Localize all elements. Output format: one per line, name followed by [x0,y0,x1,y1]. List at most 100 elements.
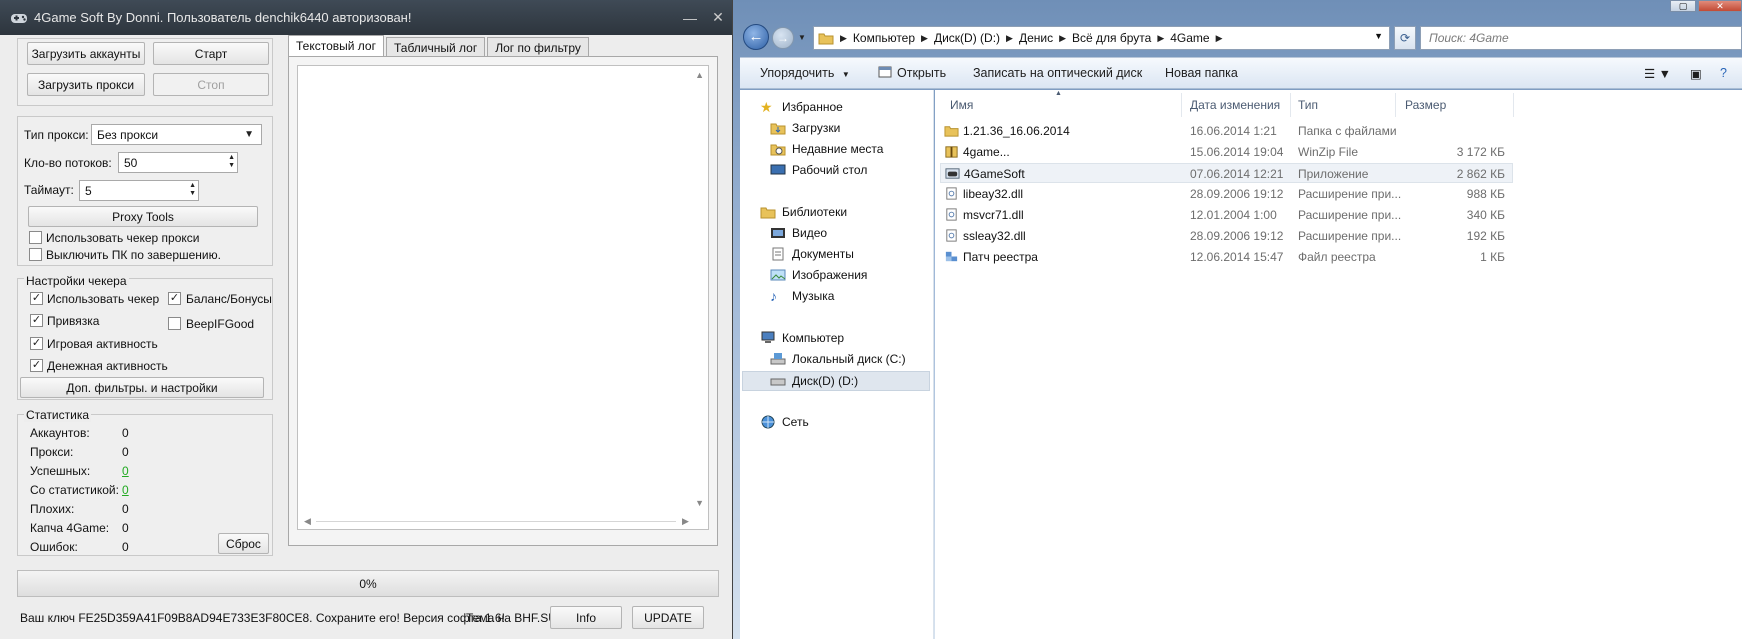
game-activity-checkbox[interactable]: ✓ [30,337,43,350]
log-textarea[interactable]: ▲ ▼ ◀ ▶ [297,65,709,530]
dll-icon [946,187,957,200]
preview-pane-icon[interactable]: ▣ [1690,66,1702,81]
dll-icon [946,229,957,242]
column-divider[interactable] [1513,93,1514,117]
stop-button[interactable]: Стоп [153,73,269,96]
scroll-left-icon[interactable]: ◀ [304,516,311,527]
column-divider[interactable] [1395,93,1396,117]
column-header-size[interactable]: Размер [1405,98,1446,112]
maximize-button[interactable]: ▢ [1670,0,1696,12]
shutdown-pc-label: Выключить ПК по завершению. [46,248,221,262]
column-header-type[interactable]: Тип [1298,98,1318,112]
search-input[interactable]: Поиск: 4Game [1420,26,1742,50]
recent-places-icon [770,144,786,156]
nav-favorites[interactable]: ★ Избранное [760,100,843,114]
explorer-close-button[interactable]: ✕ [1698,0,1742,12]
update-button[interactable]: UPDATE [632,606,704,629]
burn-disc-button[interactable]: Записать на оптический диск [973,66,1142,80]
forum-theme-link[interactable]: Тема на BHF.SU [466,611,557,625]
file-row[interactable]: libeay32.dll 28.09.2006 19:12 Расширение… [940,184,1513,204]
shutdown-pc-checkbox[interactable] [29,248,42,261]
file-size: 988 КБ [1466,187,1505,201]
nav-images[interactable]: Изображения [770,268,867,282]
file-row[interactable]: ssleay32.dll 28.09.2006 19:12 Расширение… [940,226,1513,246]
stat-value-success-link[interactable]: 0 [122,464,129,478]
nav-computer[interactable]: Компьютер [760,331,844,345]
money-activity-checkbox[interactable]: ✓ [30,359,43,372]
file-row[interactable]: Патч реестра 12.06.2014 15:47 Файл реест… [940,247,1513,267]
timeout-label: Таймаут: [24,183,74,197]
load-accounts-button[interactable]: Загрузить аккаунты [27,42,145,65]
nav-music[interactable]: ♪ Музыка [770,289,834,303]
tab-filter-log[interactable]: Лог по фильтру [487,37,589,57]
close-button[interactable]: ✕ [704,9,732,26]
breadcrumb-denis[interactable]: Денис [1019,31,1053,45]
threads-label: Кло-во потоков: [24,156,112,170]
column-header-date[interactable]: Дата изменения [1190,98,1280,112]
explorer-caption-buttons: ▢ ✕ [1612,0,1742,14]
nav-disk-d[interactable]: Диск(D) (D:) [742,371,930,391]
address-bar[interactable]: ▶ Компьютер ▶ Диск(D) (D:) ▶ Денис ▶ Всё… [813,26,1390,50]
info-button[interactable]: Info [550,606,622,629]
nav-downloads[interactable]: Загрузки [770,121,840,135]
threads-stepper[interactable]: 50 ▲ ▼ [118,152,238,173]
start-button[interactable]: Старт [153,42,269,65]
breadcrumb-chevron-icon: ▶ [921,32,928,43]
view-options-icon[interactable]: ☰ ▼ [1644,66,1671,81]
new-folder-button[interactable]: Новая папка [1165,66,1238,80]
scroll-down-icon[interactable]: ▼ [695,498,704,508]
file-row[interactable]: 1.21.36_16.06.2014 16.06.2014 1:21 Папка… [940,121,1513,141]
nav-recent-label: Недавние места [792,142,884,156]
file-row-selected[interactable]: 4GameSoft 07.06.2014 12:21 Приложение 2 … [940,163,1513,183]
column-divider[interactable] [1181,93,1182,117]
nav-recent[interactable]: Недавние места [770,142,883,156]
use-checker-checkbox[interactable]: ✓ [30,292,43,305]
back-button[interactable]: ← [743,24,769,50]
load-proxy-button[interactable]: Загрузить прокси [27,73,145,96]
extra-filters-button[interactable]: Доп. фильтры. и настройки [20,377,264,398]
minimize-button[interactable]: — [676,10,704,26]
use-proxy-checker-checkbox[interactable] [29,231,42,244]
scroll-right-icon[interactable]: ▶ [682,516,689,527]
scroll-up-icon[interactable]: ▲ [695,70,704,80]
reset-button[interactable]: Сброс [218,533,269,554]
refresh-button[interactable]: ⟳ [1394,26,1416,50]
nav-documents[interactable]: Документы [770,247,854,261]
organize-button[interactable]: Упорядочить ▼ [760,66,850,80]
spin-arrows-icon[interactable]: ▲ ▼ [189,182,196,198]
spin-arrows-icon[interactable]: ▲ ▼ [228,154,235,170]
stat-value-with-stats-link[interactable]: 0 [122,483,129,497]
file-row[interactable]: 4game... 15.06.2014 19:04 WinZip File 3 … [940,142,1513,162]
breadcrumb-4game[interactable]: 4Game [1170,31,1209,45]
forward-button[interactable]: → [772,27,794,49]
balance-bonus-checkbox[interactable]: ✓ [168,292,181,305]
nav-local-disk-c[interactable]: Локальный диск (C:) [770,352,906,366]
help-icon[interactable]: ? [1720,66,1727,80]
file-name: msvcr71.dll [963,208,1024,222]
timeout-stepper[interactable]: 5 ▲ ▼ [79,180,199,201]
proxy-tools-button[interactable]: Proxy Tools [28,206,258,227]
breadcrumb-brute[interactable]: Всё для брута [1072,31,1151,45]
nav-libraries[interactable]: Библиотеки [760,205,847,219]
tab-table-log[interactable]: Табличный лог [385,37,486,57]
column-header-name[interactable]: Имя [950,98,973,112]
gamepad-icon [11,13,27,23]
breadcrumb-disk-d[interactable]: Диск(D) (D:) [934,31,1000,45]
beep-if-good-checkbox[interactable] [168,317,181,330]
open-button[interactable]: Открыть [897,66,946,80]
column-divider[interactable] [1290,93,1291,117]
binding-checkbox[interactable]: ✓ [30,314,43,327]
history-dropdown-icon[interactable]: ▼ [798,33,806,42]
file-date: 28.09.2006 19:12 [1190,187,1284,201]
file-type: Приложение [1298,167,1369,181]
tab-text-log[interactable]: Текстовый лог [288,35,384,57]
proxy-type-select[interactable]: Без прокси ▼ [91,124,262,145]
horizontal-scrollbar-track[interactable] [316,521,676,522]
breadcrumb-computer[interactable]: Компьютер [853,31,915,45]
nav-network[interactable]: Сеть [760,415,809,429]
address-dropdown-icon[interactable]: ▼ [1374,31,1383,41]
nav-documents-label: Документы [792,247,854,261]
nav-video[interactable]: Видео [770,226,827,240]
nav-desktop[interactable]: Рабочий стол [770,163,867,177]
file-row[interactable]: msvcr71.dll 12.01.2004 1:00 Расширение п… [940,205,1513,225]
